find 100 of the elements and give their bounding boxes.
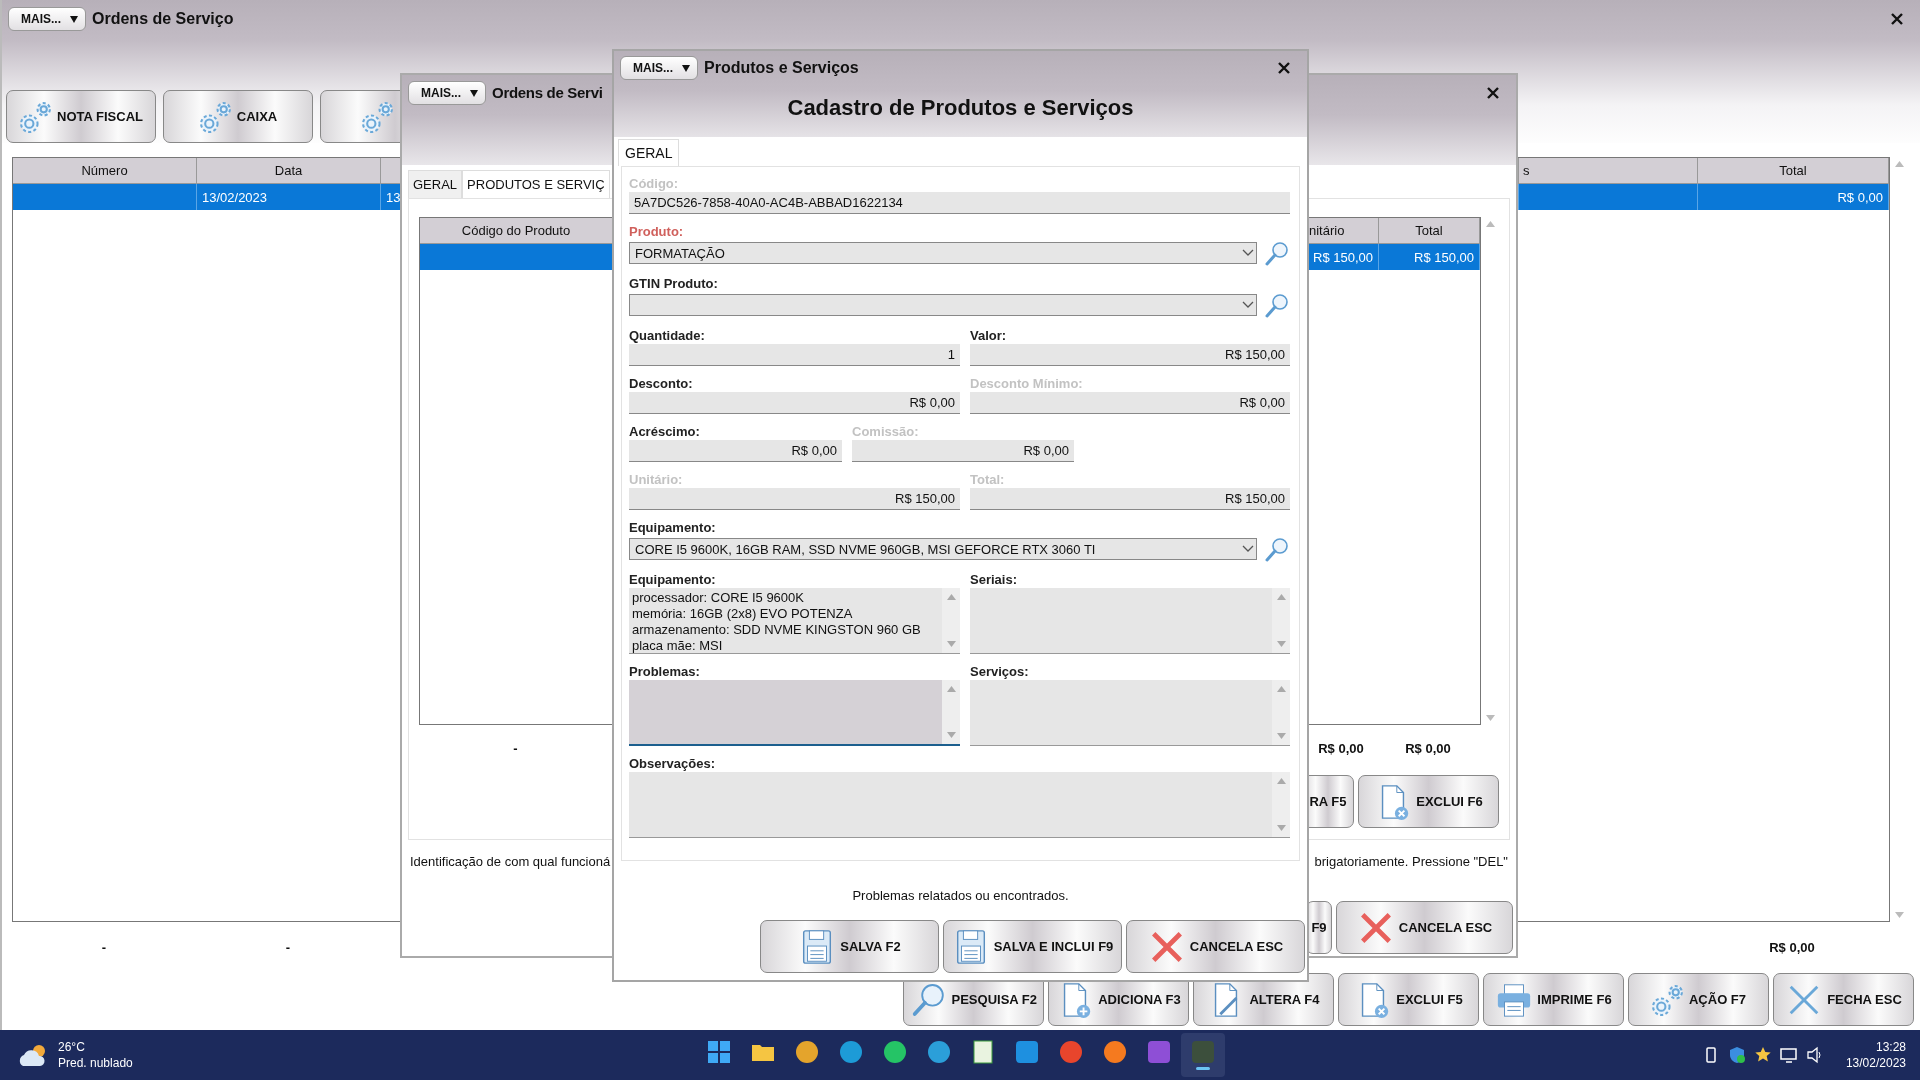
close-icon[interactable]: [1890, 11, 1904, 26]
chevron-icon: [1242, 301, 1254, 309]
window-title: Ordens de Serviço: [92, 9, 234, 28]
table-cell: 13/02/2023: [202, 189, 268, 205]
input-field[interactable]: R$ 0,00: [629, 440, 842, 462]
search-icon[interactable]: [1264, 292, 1290, 318]
gears-icon: [19, 99, 54, 134]
menu-button[interactable]: MAIS...: [408, 80, 486, 105]
input-field[interactable]: R$ 150,00: [970, 344, 1290, 366]
field-label: Comissão:: [852, 424, 919, 440]
table-cell: R$ 150,00: [1313, 249, 1373, 265]
button[interactable]: FECHA ESC: [1773, 973, 1914, 1026]
text-area[interactable]: [629, 680, 960, 746]
scroll-down-icon[interactable]: [1485, 715, 1495, 721]
shield-icon[interactable]: [1727, 1046, 1746, 1064]
clock-date[interactable]: 13/02/2023: [1845, 1055, 1906, 1071]
field-label: Problemas:: [629, 664, 700, 680]
scroll-up-icon[interactable]: [1276, 686, 1286, 692]
button[interactable]: EXCLUI F6: [1358, 775, 1499, 828]
close-icon[interactable]: [1277, 61, 1291, 75]
field-label: Observações:: [629, 756, 715, 772]
search-icon[interactable]: [1264, 240, 1290, 266]
gears-icon: [361, 99, 395, 134]
scroll-down-icon[interactable]: [1276, 641, 1286, 647]
tab[interactable]: GERAL: [618, 139, 680, 166]
gears-icon: [1650, 982, 1685, 1017]
button[interactable]: AÇÃO F7: [1628, 973, 1769, 1026]
scroll-up-icon[interactable]: [1894, 161, 1904, 167]
field-label: Equipamento:: [629, 520, 716, 536]
scroll-up-icon[interactable]: [946, 594, 956, 600]
total-value: R$ 0,00: [1768, 938, 1816, 957]
field-label: Desconto Mínimo:: [970, 376, 1083, 392]
chevron-icon: [1242, 249, 1254, 257]
scroll-down-icon[interactable]: [1276, 825, 1286, 831]
table-cell: R$ 0,00: [1837, 189, 1883, 205]
total-value: R$ 0,00: [1404, 739, 1452, 758]
volume-icon[interactable]: [1805, 1046, 1824, 1064]
search-icon[interactable]: [1264, 536, 1290, 562]
app-icon[interactable]: [883, 1040, 907, 1064]
start-icon[interactable]: [707, 1040, 731, 1064]
total-value: -: [512, 739, 519, 758]
field-label: Código:: [629, 176, 679, 192]
total-value: -: [100, 938, 108, 957]
button[interactable]: SALVA E INCLUI F9: [943, 920, 1122, 973]
window-title: Produtos e Serviços: [704, 59, 859, 77]
scroll-up-icon[interactable]: [1485, 221, 1495, 227]
temperature: 26°C: [58, 1039, 86, 1055]
button[interactable]: EXCLUI F5: [1338, 973, 1479, 1026]
scroll-up-icon[interactable]: [1276, 594, 1286, 600]
button[interactable]: NOTA FISCAL: [6, 90, 156, 143]
app-icon[interactable]: [927, 1040, 951, 1064]
total-value: -: [284, 938, 292, 957]
scroll-down-icon[interactable]: [946, 732, 956, 738]
text-area[interactable]: processador: CORE I5 9600K memória: 16GB (2x8) EVO POTENZA armazenamento: SDD NVME KINGSTON 960 GB placa mãe: MSI: [629, 588, 960, 654]
chevron-icon: [1242, 545, 1254, 553]
button[interactable]: IMPRIME F6: [1483, 973, 1624, 1026]
table-cell: R$ 150,00: [1414, 249, 1475, 265]
input-field[interactable]: R$ 0,00: [629, 392, 960, 414]
button[interactable]: SALVA F2: [760, 920, 939, 973]
scroll-down-icon[interactable]: [946, 641, 956, 647]
button[interactable]: CANCELA ESC: [1126, 920, 1305, 973]
button[interactable]: CANCELA ESC: [1336, 901, 1513, 954]
app-icon[interactable]: [1103, 1040, 1127, 1064]
menu-button[interactable]: MAIS...: [8, 6, 86, 31]
app-icon[interactable]: [1015, 1040, 1039, 1064]
input-field[interactable]: 1: [629, 344, 960, 366]
dropdown[interactable]: [629, 294, 1257, 316]
help-text: Problemas relatados ou encontrados.: [852, 888, 1069, 903]
field-label: Produto:: [629, 224, 684, 240]
dropdown[interactable]: FORMATAÇÃO: [629, 242, 1257, 264]
button[interactable]: CAIXA: [163, 90, 313, 143]
field-label: Acréscimo:: [629, 424, 700, 440]
scroll-down-icon[interactable]: [1894, 912, 1904, 918]
tab[interactable]: GERAL: [408, 170, 463, 198]
app-icon[interactable]: [795, 1040, 819, 1064]
gears-icon: [198, 99, 233, 134]
field-label: Valor:: [970, 328, 1007, 344]
caret-icon: [69, 13, 79, 24]
field-label: Unitário:: [629, 472, 683, 488]
field-label: Equipamento:: [629, 572, 716, 588]
menu-button[interactable]: MAIS...: [620, 56, 698, 80]
field-label: Seriais:: [970, 572, 1017, 588]
app-icon[interactable]: [1059, 1040, 1083, 1064]
star-icon[interactable]: [1753, 1046, 1772, 1064]
field-label: Quantidade:: [629, 328, 705, 344]
window-title: Ordens de Servi: [492, 84, 603, 101]
scroll-up-icon[interactable]: [946, 686, 956, 692]
document-icon[interactable]: [971, 1040, 995, 1064]
monitor-icon[interactable]: [1779, 1046, 1798, 1064]
app-icon[interactable]: [839, 1040, 863, 1064]
field-label: GTIN Produto:: [629, 276, 718, 292]
scroll-down-icon[interactable]: [1276, 733, 1286, 739]
app-icon[interactable]: [1147, 1040, 1171, 1064]
total-value: R$ 0,00: [1317, 739, 1365, 758]
tab[interactable]: PRODUTOS E SERVIÇ: [462, 170, 610, 198]
scroll-up-icon[interactable]: [1276, 778, 1286, 784]
field-label: Serviços:: [970, 664, 1029, 680]
dropdown[interactable]: CORE I5 9600K, 16GB RAM, SSD NVME 960GB, MSI GEFORCE RTX 3060 TI: [629, 538, 1257, 560]
close-icon[interactable]: [1486, 85, 1500, 100]
clock-time[interactable]: 13:28: [1875, 1039, 1906, 1055]
